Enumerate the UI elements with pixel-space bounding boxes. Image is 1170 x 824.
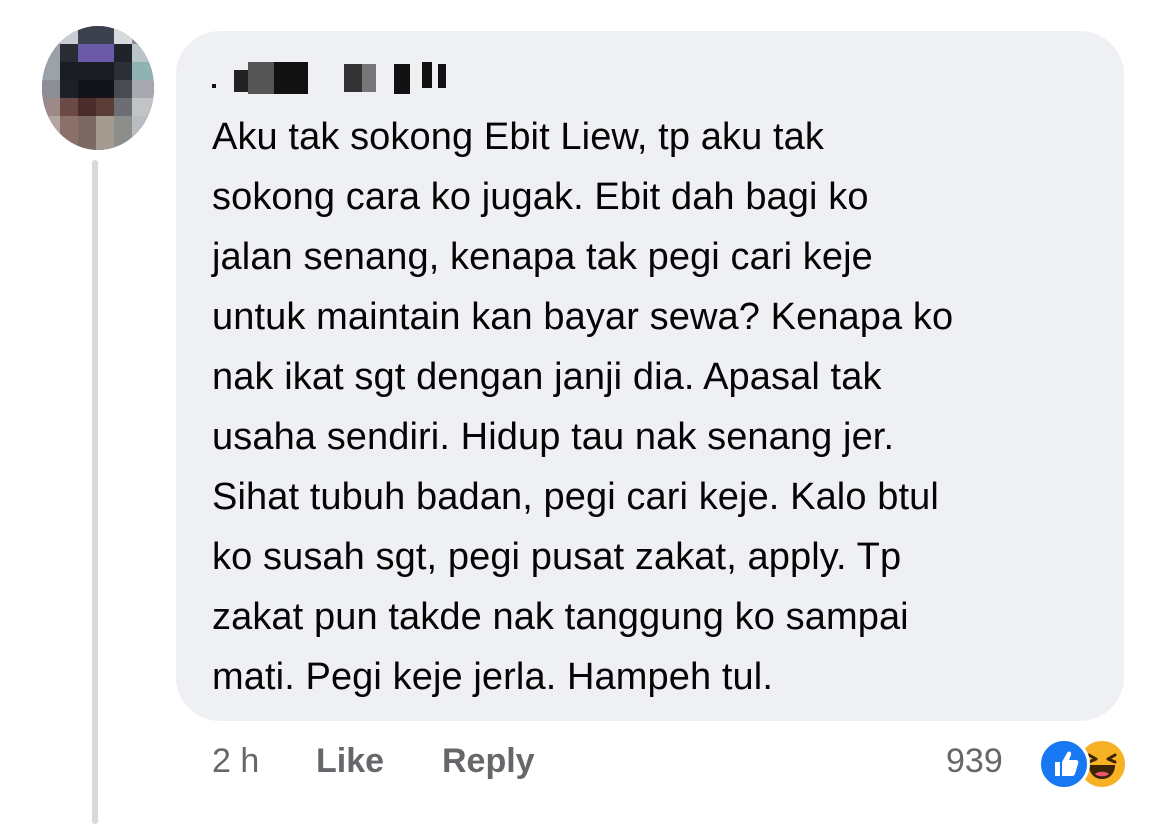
author-name-redacted[interactable] (212, 56, 472, 100)
avatar[interactable] (42, 26, 154, 150)
comment-footer: 2 h Like Reply 939 (0, 738, 1170, 790)
like-icon (1038, 738, 1090, 790)
reactions-summary[interactable]: 939 (946, 738, 1146, 790)
thread-line (92, 160, 98, 824)
timestamp[interactable]: 2 h (212, 742, 259, 781)
like-button[interactable]: Like (316, 742, 384, 781)
comment-text: Aku tak sokong Ebit Liew, tp aku tak sok… (212, 116, 954, 698)
reply-button[interactable]: Reply (442, 742, 535, 781)
reaction-count: 939 (946, 742, 1003, 780)
